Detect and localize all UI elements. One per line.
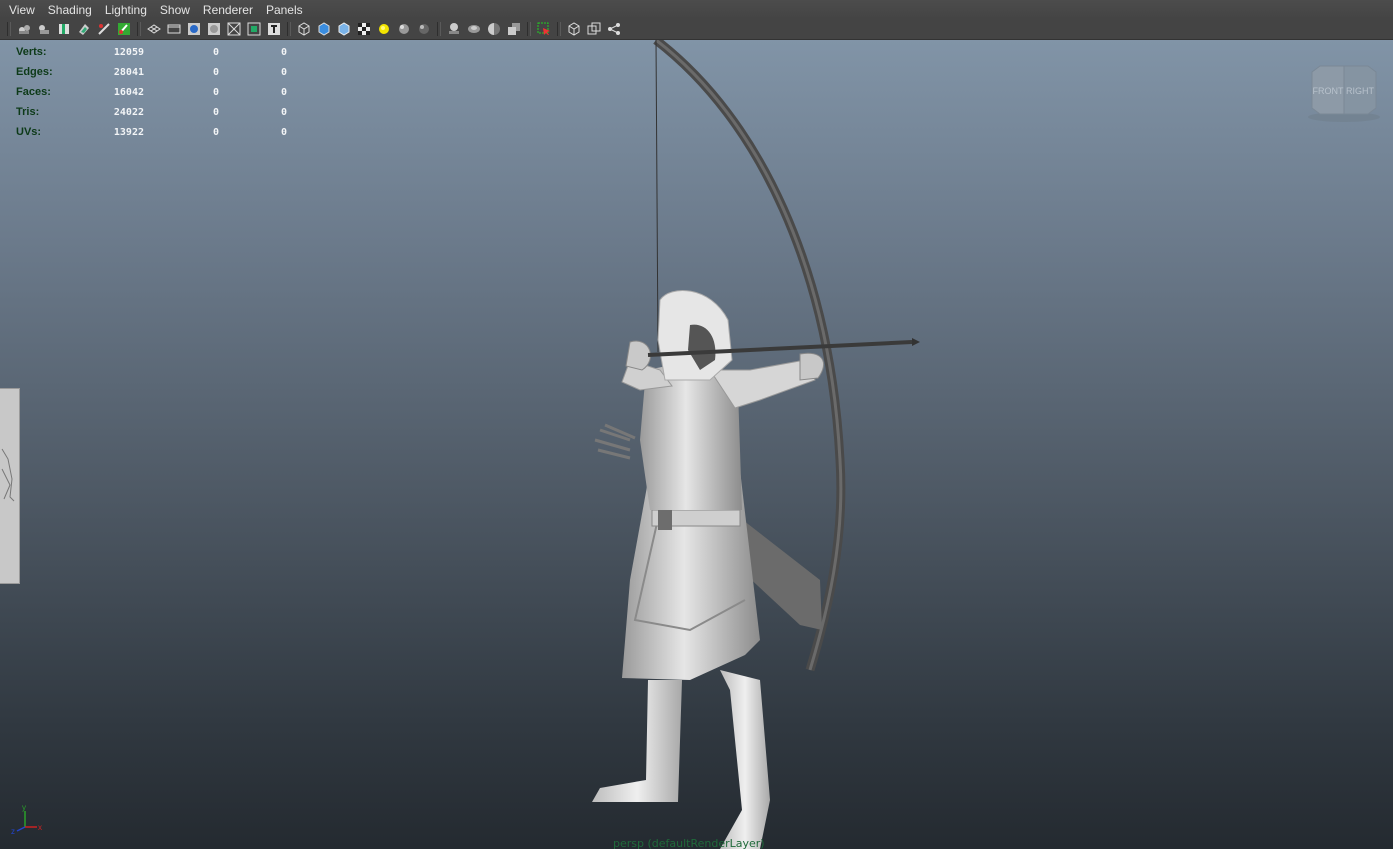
toolbar-separator	[287, 22, 291, 36]
hud-row-edges: Edges: 28041 0 0	[16, 62, 287, 82]
menu-lighting[interactable]: Lighting	[100, 3, 155, 17]
menu-panels[interactable]: Panels	[261, 3, 311, 17]
hud-value: 12059	[113, 46, 144, 58]
menu-view[interactable]: View	[4, 3, 43, 17]
xray-joints-icon[interactable]	[445, 20, 463, 38]
hud-row-faces: Faces: 16042 0 0	[16, 82, 287, 102]
xray-icon[interactable]	[95, 20, 113, 38]
hud-value: 0	[280, 126, 287, 138]
lights-icon[interactable]	[375, 20, 393, 38]
viewcube-front-label[interactable]: FRONT	[1313, 86, 1344, 96]
hud-value: 0	[212, 46, 219, 58]
axis-indicator: y x z	[11, 803, 42, 835]
hud-row-verts: Verts: 12059 0 0	[16, 42, 287, 62]
toolbar-separator	[527, 22, 531, 36]
text-icon[interactable]	[265, 20, 283, 38]
toolbar-separator	[437, 22, 441, 36]
menu-shading[interactable]: Shading	[43, 3, 100, 17]
field-chart-icon[interactable]	[225, 20, 243, 38]
bookmark-icon[interactable]	[55, 20, 73, 38]
perspective-viewport[interactable]: Verts: 12059 0 0 Edges: 28041 0 0 Faces:…	[0, 40, 1393, 849]
viewcube-right-label[interactable]: RIGHT	[1346, 86, 1375, 96]
hud-value: 0	[212, 106, 219, 118]
axis-y-label: y	[22, 803, 26, 812]
hud-label: Verts:	[16, 46, 47, 58]
smooth-shade-icon[interactable]	[315, 20, 333, 38]
hud-value: 0	[280, 86, 287, 98]
default-material-icon[interactable]	[335, 20, 353, 38]
hud-value: 0	[212, 66, 219, 78]
motion-blur-icon[interactable]	[485, 20, 503, 38]
node-editor-icon[interactable]	[605, 20, 623, 38]
hud-value: 24022	[113, 106, 144, 118]
film-gate-icon[interactable]	[165, 20, 183, 38]
menu-show[interactable]: Show	[155, 3, 198, 17]
hud-label: Faces:	[16, 86, 51, 98]
grid-icon[interactable]	[145, 20, 163, 38]
grease-pencil-icon[interactable]	[115, 20, 133, 38]
poly-count-hud: Verts: 12059 0 0 Edges: 28041 0 0 Faces:…	[16, 42, 287, 142]
wireframe-icon[interactable]	[295, 20, 313, 38]
camera-attributes-icon[interactable]	[35, 20, 53, 38]
hud-value: 13922	[113, 126, 144, 138]
hud-row-tris: Tris: 24022 0 0	[16, 102, 287, 122]
gate-mask-icon[interactable]	[205, 20, 223, 38]
hud-label: UVs:	[16, 126, 42, 138]
menu-renderer[interactable]: Renderer	[198, 3, 261, 17]
textured-icon[interactable]	[355, 20, 373, 38]
hud-label: Edges:	[16, 66, 53, 78]
select-camera-icon[interactable]	[15, 20, 33, 38]
hud-value: 0	[280, 66, 287, 78]
panel-menubar: View Shading Lighting Show Renderer Pane…	[0, 0, 1393, 19]
camera-name-label: persp (defaultRenderLayer)	[613, 837, 765, 849]
toolbar-separator	[557, 22, 561, 36]
panel-toolbar	[0, 19, 1393, 40]
ao-icon[interactable]	[415, 20, 433, 38]
axis-z-label: z	[11, 827, 15, 835]
hud-value: 0	[280, 106, 287, 118]
title-safe-icon[interactable]	[245, 20, 263, 38]
character-thumbnail-icon	[1, 448, 15, 502]
archer-character-model[interactable]	[560, 40, 940, 849]
hud-row-uvs: UVs: 13922 0 0	[16, 122, 287, 142]
image-plane-icon[interactable]	[75, 20, 93, 38]
hud-value: 0	[212, 86, 219, 98]
collapsed-side-panel[interactable]	[0, 388, 20, 584]
shadows-icon[interactable]	[395, 20, 413, 38]
view-cube[interactable]: FRONT RIGHT	[1306, 64, 1384, 124]
isolate-select-icon[interactable]	[535, 20, 553, 38]
axis-x-label: x	[38, 823, 42, 832]
toolbar-separator	[137, 22, 141, 36]
two-view-icon[interactable]	[585, 20, 603, 38]
hud-value: 0	[212, 126, 219, 138]
resolution-gate-icon[interactable]	[185, 20, 203, 38]
xray-active-icon[interactable]	[465, 20, 483, 38]
multisample-icon[interactable]	[505, 20, 523, 38]
hud-value: 28041	[113, 66, 144, 78]
single-view-icon[interactable]	[565, 20, 583, 38]
toolbar-separator	[7, 22, 11, 36]
hud-value: 16042	[113, 86, 144, 98]
hud-value: 0	[280, 46, 287, 58]
hud-label: Tris:	[16, 106, 40, 118]
